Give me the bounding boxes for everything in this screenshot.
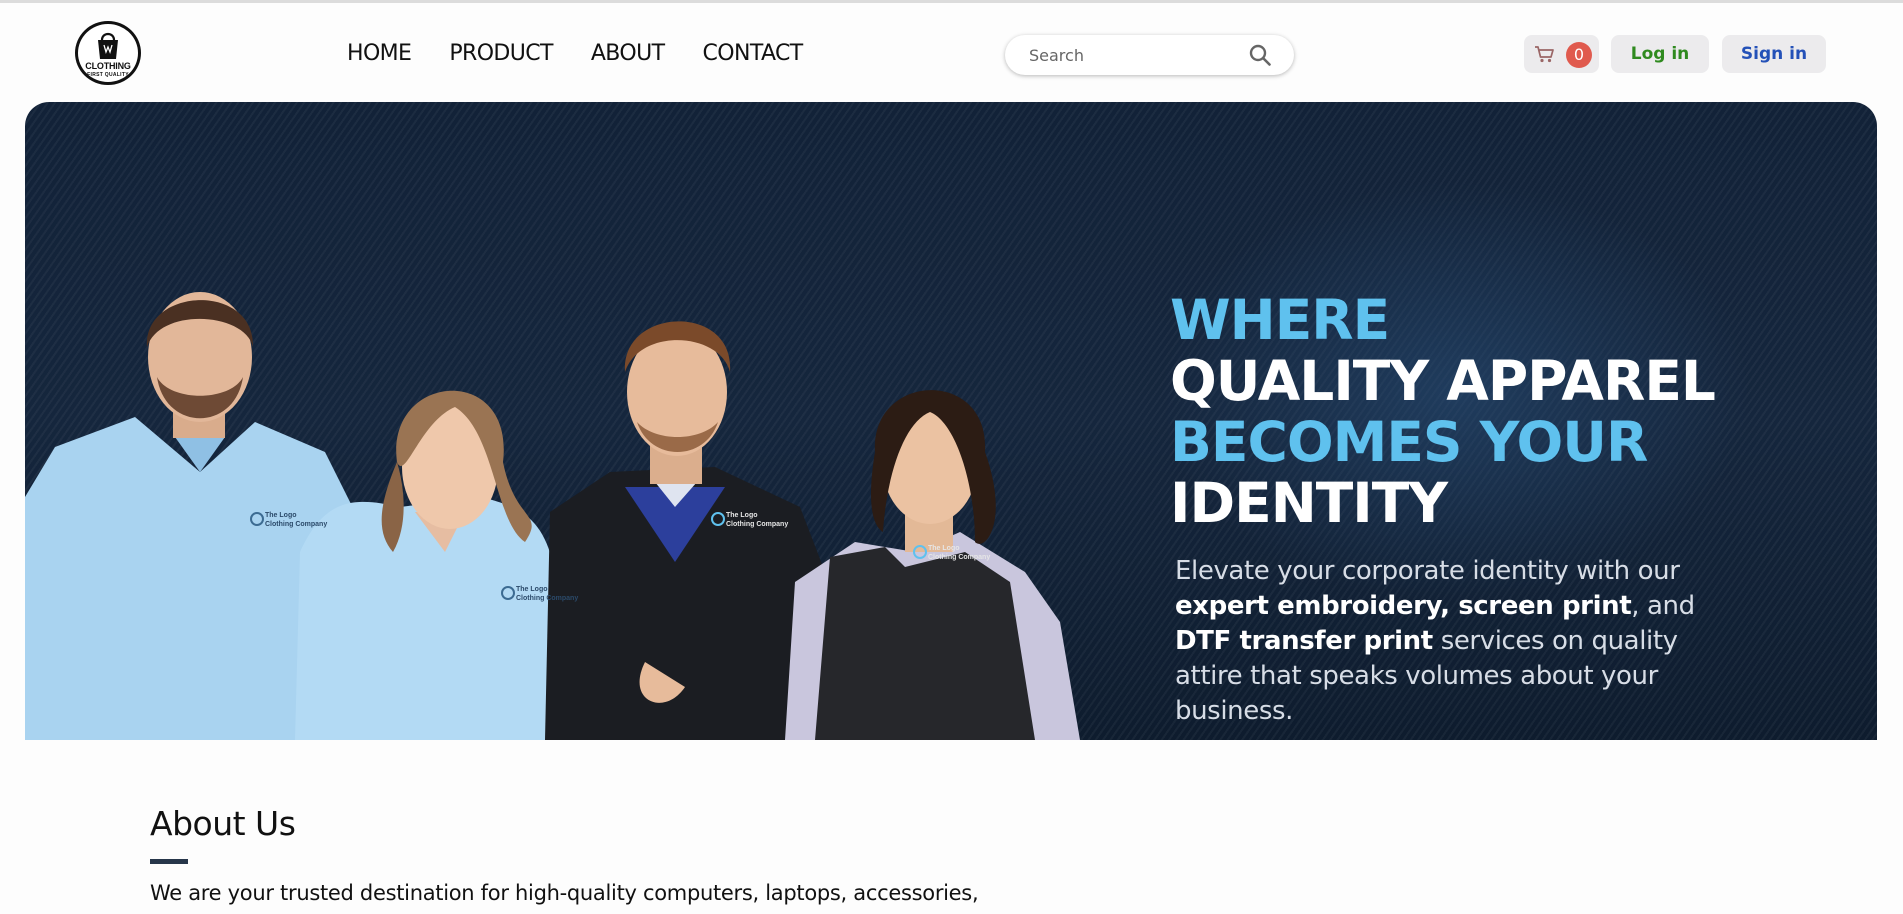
site-header: CLOTHING FIRST QUALITY HOME PRODUCT ABOU… (0, 3, 1903, 99)
hero-banner: The Logo Clothing Company The Logo Cloth… (25, 102, 1877, 740)
cart-button[interactable]: 0 (1524, 35, 1599, 73)
cart-icon (1535, 46, 1554, 63)
model-man-black-jacket (545, 321, 825, 740)
main-nav: HOME PRODUCT ABOUT CONTACT (347, 41, 803, 66)
model-woman-black-vest (785, 390, 1080, 740)
models-photo: The Logo Clothing Company The Logo Cloth… (25, 292, 1080, 740)
search-input[interactable] (1029, 44, 1239, 66)
nav-product[interactable]: PRODUCT (449, 41, 553, 66)
hero-description: Elevate your corporate identity with our… (1175, 556, 1695, 726)
headline-line-2: QUALITY APPAREL (1170, 349, 1716, 413)
about-body: We are your trusted destination for high… (150, 881, 979, 905)
headline-line-4: IDENTITY (1170, 471, 1448, 535)
about-title-underline (150, 859, 188, 864)
brand-name: CLOTHING (85, 61, 131, 71)
headline-line-1: WHERE (1170, 288, 1390, 352)
nav-home[interactable]: HOME (347, 41, 412, 66)
search-box (1005, 35, 1294, 75)
svg-text:Clothing Company: Clothing Company (726, 521, 788, 528)
login-button[interactable]: Log in (1611, 35, 1709, 73)
about-title: About Us (150, 804, 296, 843)
brand-tagline: FIRST QUALITY (87, 72, 129, 78)
svg-text:The Logo: The Logo (516, 586, 548, 593)
shopping-bag-icon (98, 32, 118, 59)
headline-line-3: BECOMES YOUR (1170, 410, 1648, 474)
svg-text:Clothing Company: Clothing Company (928, 554, 990, 561)
brand-logo[interactable]: CLOTHING FIRST QUALITY (75, 21, 141, 85)
cart-count-badge: 0 (1566, 42, 1592, 68)
model-woman-blue-shirt (295, 390, 580, 740)
signin-button[interactable]: Sign in (1722, 35, 1826, 73)
nav-contact[interactable]: CONTACT (702, 41, 803, 66)
svg-text:The Logo: The Logo (265, 512, 297, 519)
svg-text:The Logo: The Logo (928, 545, 960, 552)
svg-text:Clothing Company: Clothing Company (516, 595, 578, 602)
svg-text:Clothing Company: Clothing Company (265, 521, 327, 528)
nav-about[interactable]: ABOUT (591, 41, 665, 66)
hero-headline: WHERE QUALITY APPAREL BECOMES YOUR IDENT… (1170, 288, 1716, 535)
svg-text:The Logo: The Logo (726, 512, 758, 519)
search-icon[interactable] (1249, 44, 1271, 66)
